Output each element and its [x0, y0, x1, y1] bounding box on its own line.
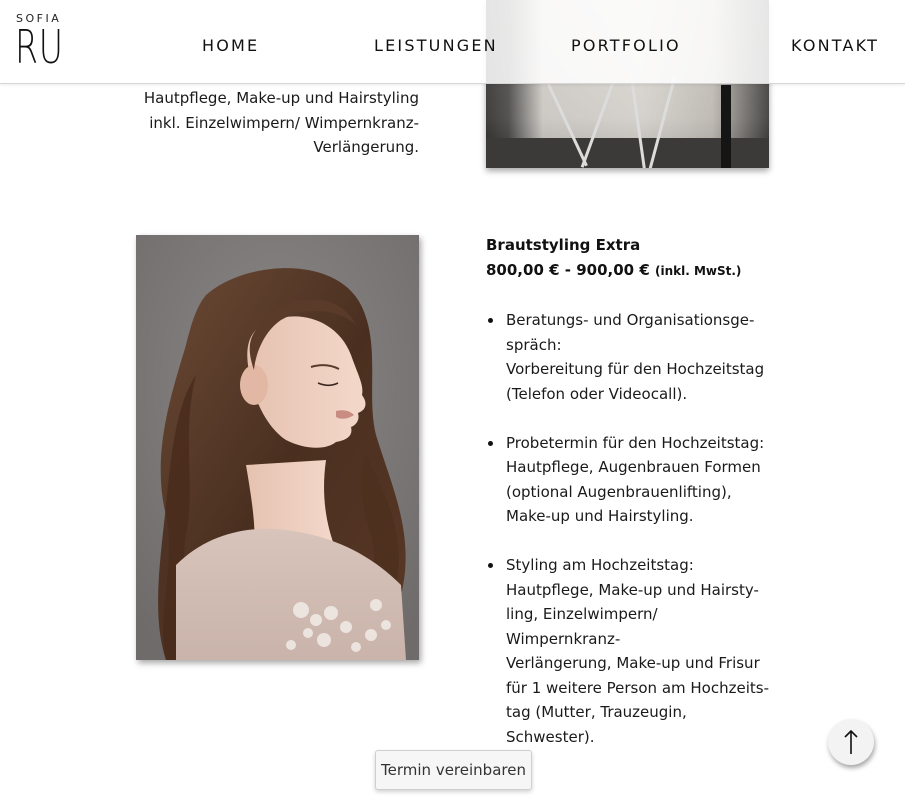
feature-line: Verlängerung, Make-up und Frisur: [506, 654, 760, 672]
feature-item: Probetermin für den Hochzeitstag: Hautpf…: [486, 431, 776, 529]
nav-kontakt[interactable]: KONTAKT: [791, 36, 879, 55]
feature-line: ling, Einzelwimpern/ Wimpernkranz-: [506, 605, 658, 648]
feature-line: Make-up und Hairstyling.: [506, 507, 694, 525]
product-price: 800,00 € - 900,00 € (inkl. MwSt.): [486, 261, 741, 279]
scroll-to-top-button[interactable]: [828, 719, 874, 765]
bride-portrait-image: [136, 235, 419, 660]
feature-line: Beratungs- und Organisationsge-: [506, 311, 755, 329]
feature-line: Probetermin für den Hochzeitstag:: [506, 433, 765, 452]
site-header: SOFIA RU HOME LEISTUNGEN PORTFOLIO KONTA…: [0, 0, 905, 84]
product-photo: [136, 235, 419, 660]
feature-line: (Telefon oder Videocall).: [506, 384, 688, 403]
feature-line: Hautpflege, Augenbrauen Formen: [506, 458, 761, 476]
feature-line: spräch:: [506, 335, 562, 354]
price-value: 800,00 € - 900,00 €: [486, 261, 650, 279]
feature-list: Beratungs- und Organisationsge- spräch: …: [486, 308, 776, 774]
description-line: inkl. Einzelwimpern/ Wimpernkranz-: [149, 113, 419, 132]
product-title: Brautstyling Extra: [486, 236, 641, 254]
feature-line: Hautpflege, Make-up und Hairsty-: [506, 580, 759, 599]
logo[interactable]: SOFIA RU: [15, 10, 63, 76]
previous-product-description: Hautpflege, Make-up und Hairstyling inkl…: [119, 86, 419, 160]
description-line: Hautpflege, Make-up und Hairstyling: [143, 89, 419, 107]
arrow-up-icon: [844, 729, 858, 754]
description-line: Verlängerung.: [313, 138, 419, 156]
feature-line: Vorbereitung für den Hochzeitstag: [506, 360, 765, 378]
feature-item: Styling am Hochzeitstag: Hautpflege, Mak…: [486, 553, 776, 749]
feature-line: für 1 weitere Person am Hochzeits-: [506, 678, 769, 697]
feature-line: tag (Mutter, Trauzeugin, Schwester).: [506, 703, 687, 746]
price-note: (inkl. MwSt.): [655, 264, 742, 278]
book-appointment-button[interactable]: Termin vereinbaren: [375, 750, 532, 790]
logo-big-text: RU: [15, 20, 64, 74]
nav-home[interactable]: HOME: [202, 36, 259, 55]
feature-line: (optional Augenbrauenlifting),: [506, 482, 732, 501]
nav-portfolio[interactable]: PORTFOLIO: [571, 36, 681, 55]
feature-item: Beratungs- und Organisationsge- spräch: …: [486, 308, 776, 406]
feature-line: Styling am Hochzeitstag:: [506, 556, 694, 574]
nav-leistungen[interactable]: LEISTUNGEN: [374, 36, 498, 55]
